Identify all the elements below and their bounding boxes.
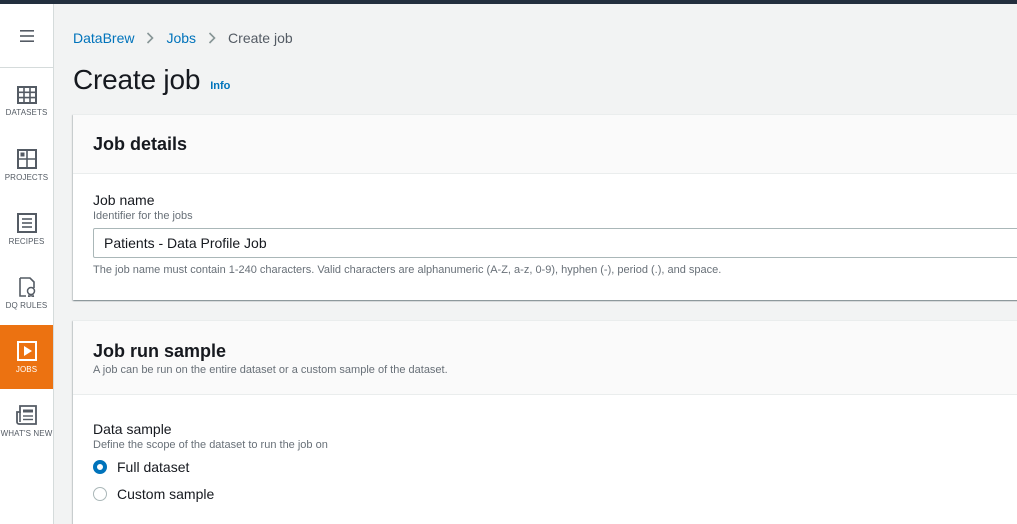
panel-description: A job can be run on the entire dataset o… (93, 364, 448, 376)
job-name-label: Job name (93, 192, 155, 208)
main-content: DataBrew Jobs Create job Create job Info… (54, 4, 1017, 524)
nav-item-jobs[interactable]: JOBS (0, 325, 53, 389)
panel-body: Job name Identifier for the jobs The job… (73, 174, 1017, 276)
job-name-input[interactable] (93, 228, 1017, 258)
page-header: Create job Info (73, 64, 230, 96)
radio-full-dataset[interactable]: Full dataset (93, 459, 1013, 475)
data-sample-label: Data sample (93, 421, 172, 437)
panel-body: Data sample Define the scope of the data… (73, 395, 1017, 502)
menu-button[interactable] (0, 4, 53, 68)
recipe-icon (16, 212, 37, 233)
job-name-description: Identifier for the jobs (93, 210, 193, 222)
nav-item-recipes[interactable]: RECIPES (0, 197, 53, 261)
breadcrumb-create-job: Create job (228, 30, 293, 46)
panel-header: Job run sample A job can be run on the e… (73, 321, 1017, 395)
hamburger-icon (19, 29, 34, 42)
radio-label: Full dataset (117, 459, 190, 475)
news-icon (15, 404, 37, 425)
nav-item-projects[interactable]: PROJECTS (0, 133, 53, 197)
chevron-right-icon (146, 32, 155, 44)
radio-button[interactable] (93, 487, 107, 501)
panel-title: Job run sample (93, 341, 227, 361)
projects-icon (16, 148, 37, 169)
nav-label: JOBS (15, 364, 38, 374)
nav-label: PROJECTS (4, 172, 49, 182)
nav-label: RECIPES (8, 236, 45, 246)
job-details-panel: Job details Job name Identifier for the … (73, 114, 1017, 300)
panel-header: Job details (73, 115, 1017, 174)
breadcrumb-jobs[interactable]: Jobs (166, 30, 196, 46)
chevron-right-icon (208, 32, 216, 44)
play-icon (16, 340, 37, 361)
side-nav: DATASETS PROJECTS RECIPES DQ RULES JOBS … (0, 4, 54, 524)
radio-label: Custom sample (117, 486, 215, 502)
breadcrumb: DataBrew Jobs Create job (73, 30, 293, 46)
dq-rules-icon (18, 276, 35, 297)
page-title: Create job (73, 64, 201, 95)
info-link[interactable]: Info (210, 80, 230, 92)
radio-custom-sample[interactable]: Custom sample (93, 486, 1013, 502)
grid-icon (16, 85, 37, 104)
nav-label: WHAT'S NEW (0, 428, 53, 438)
data-sample-description: Define the scope of the dataset to run t… (93, 439, 328, 451)
nav-label: DQ RULES (5, 300, 48, 310)
nav-item-datasets[interactable]: DATASETS (0, 69, 53, 133)
breadcrumb-databrew[interactable]: DataBrew (73, 30, 134, 46)
nav-label: DATASETS (5, 107, 48, 117)
job-run-sample-panel: Job run sample A job can be run on the e… (73, 320, 1017, 524)
nav-item-dq-rules[interactable]: DQ RULES (0, 261, 53, 325)
job-name-constraint: The job name must contain 1-240 characte… (93, 264, 722, 276)
radio-button-checked[interactable] (93, 460, 107, 474)
panel-title: Job details (93, 134, 188, 154)
nav-item-whats-new[interactable]: WHAT'S NEW (0, 389, 53, 453)
